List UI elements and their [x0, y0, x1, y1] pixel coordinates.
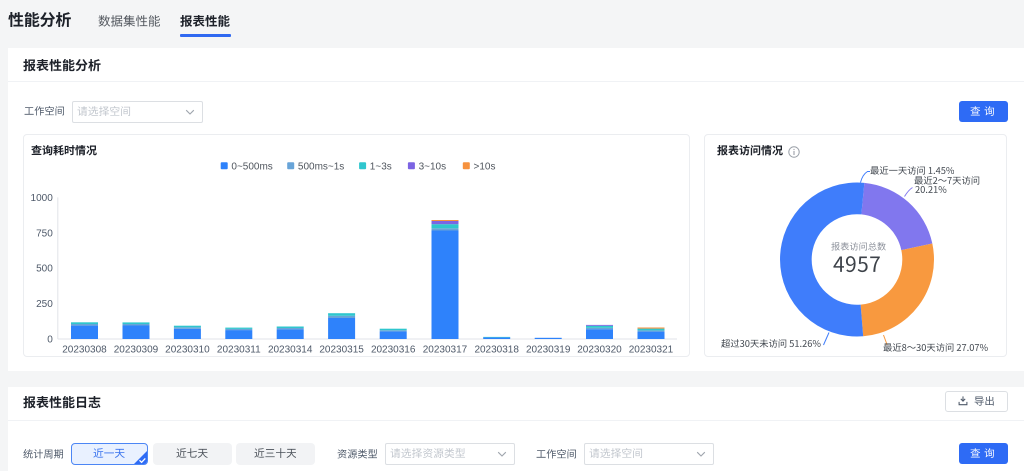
svg-text:1000: 1000: [31, 193, 54, 204]
svg-text:20230318: 20230318: [474, 345, 519, 356]
svg-text:20230311: 20230311: [217, 345, 261, 356]
svg-text:0: 0: [47, 335, 53, 346]
svg-text:500: 500: [36, 264, 53, 275]
svg-text:20230316: 20230316: [371, 345, 416, 356]
svg-text:20230317: 20230317: [423, 345, 468, 356]
svg-text:20230315: 20230315: [319, 345, 364, 356]
svg-text:20230320: 20230320: [577, 345, 622, 356]
svg-text:20230310: 20230310: [165, 345, 210, 356]
svg-text:20230319: 20230319: [526, 345, 571, 356]
svg-text:750: 750: [36, 228, 53, 239]
svg-text:20230321: 20230321: [629, 345, 674, 356]
svg-text:20230309: 20230309: [114, 345, 159, 356]
svg-text:250: 250: [36, 299, 53, 310]
svg-text:20230308: 20230308: [62, 345, 107, 356]
svg-text:20230314: 20230314: [268, 345, 313, 356]
